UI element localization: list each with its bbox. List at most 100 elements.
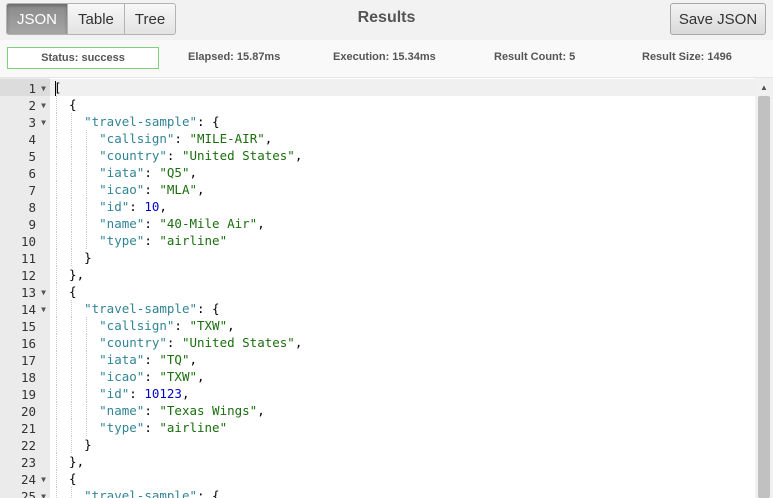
code-line: }: [54, 250, 92, 265]
line-number: 16: [20, 336, 36, 351]
code-line: "iata": "TQ",: [99, 352, 198, 367]
indent-guide: [86, 198, 88, 215]
fold-arrow-icon[interactable]: ▼: [41, 471, 46, 488]
line-number: 9: [28, 217, 36, 232]
indent-guide: [71, 419, 73, 436]
fold-arrow-icon[interactable]: ▼: [41, 284, 46, 301]
line-number: 11: [20, 251, 36, 266]
fold-arrow-icon[interactable]: ▼: [41, 301, 46, 318]
line-number: 3: [28, 115, 36, 130]
gutter-row: 6: [0, 164, 50, 181]
gutter-row: 9: [0, 215, 50, 232]
gutter-row: 4: [0, 130, 50, 147]
indent-guide: [86, 317, 88, 334]
line-number: 22: [20, 438, 36, 453]
indent-guide: [56, 249, 57, 266]
indent-guide: [71, 351, 73, 368]
code-line: {: [54, 284, 77, 299]
code-line: "icao": "TXW",: [99, 369, 205, 384]
indent-guide: [56, 147, 57, 164]
indent-guide: [71, 181, 73, 198]
gutter-row: 7: [0, 181, 50, 198]
code-line: }: [54, 437, 92, 452]
code-line: "country": "United States",: [99, 148, 303, 163]
line-number: 19: [20, 387, 36, 402]
line-number: 18: [20, 370, 36, 385]
indent-guide: [71, 402, 73, 419]
fold-arrow-icon[interactable]: ▼: [41, 114, 46, 131]
gutter-row: 20: [0, 402, 50, 419]
code-line: "travel-sample": {: [84, 301, 220, 316]
code-line: "type": "airline": [99, 420, 228, 435]
result-size-metric: Result Size: 1496: [642, 51, 732, 63]
gutter-row: 13 ▼: [0, 283, 50, 300]
gutter-row: 18: [0, 368, 50, 385]
gutter-row: 14 ▼: [0, 300, 50, 317]
indent-guide: [71, 385, 73, 402]
scroll-up-arrow-icon[interactable]: ▲: [758, 80, 770, 94]
code-line: "id": 10,: [99, 199, 167, 214]
indent-guide: [86, 232, 88, 249]
indent-guide: [71, 249, 73, 266]
indent-guide: [86, 402, 88, 419]
gutter-row: 8: [0, 198, 50, 215]
indent-guide: [56, 266, 57, 283]
scrollbar-thumb[interactable]: [758, 96, 770, 498]
indent-guide: [56, 317, 57, 334]
indent-guide: [56, 385, 57, 402]
code-line: "callsign": "MILE-AIR",: [99, 131, 273, 146]
code-line: {: [54, 471, 77, 486]
indent-guide: [86, 351, 88, 368]
line-number: 12: [20, 268, 36, 283]
gutter-row: 11: [0, 249, 50, 266]
fold-arrow-icon[interactable]: ▼: [41, 97, 46, 114]
indent-guide: [56, 232, 57, 249]
line-number-gutter: 1 ▼ 2 ▼ 3 ▼ 4 5 6 7 8 9 10 11 12 13 ▼ 14 ▼ 15 16 17 18 19 20 21 22…: [0, 78, 50, 498]
indent-guide: [56, 487, 57, 498]
execution-metric: Execution: 15.34ms: [333, 51, 436, 63]
indent-guide: [56, 181, 57, 198]
fold-arrow-icon[interactable]: ▼: [41, 80, 46, 97]
indent-guide: [71, 334, 73, 351]
gutter-row: 10: [0, 232, 50, 249]
line-number: 21: [20, 421, 36, 436]
indent-guide: [71, 198, 73, 215]
indent-guide: [71, 436, 73, 453]
indent-guide: [71, 487, 73, 498]
line-number: 1: [28, 81, 36, 96]
indent-guide: [56, 402, 57, 419]
gutter-row: 1 ▼: [0, 79, 50, 96]
indent-guide: [71, 147, 73, 164]
indent-guide: [56, 300, 57, 317]
code-line: "name": "40-Mile Air",: [99, 216, 265, 231]
indent-guide: [71, 164, 73, 181]
indent-guide: [71, 317, 73, 334]
indent-guide: [56, 283, 57, 300]
indent-guide: [56, 198, 57, 215]
indent-guide: [56, 334, 57, 351]
indent-guide: [56, 113, 57, 130]
status-badge: Status: success: [7, 47, 159, 69]
gutter-row: 22: [0, 436, 50, 453]
save-json-button[interactable]: Save JSON: [670, 3, 766, 35]
line-number: 10: [20, 234, 36, 249]
code-line: "travel-sample": {: [84, 114, 220, 129]
indent-guide: [56, 351, 57, 368]
indent-guide: [86, 147, 88, 164]
gutter-row: 23: [0, 453, 50, 470]
gutter-row: 5: [0, 147, 50, 164]
results-toolbar: JSON Table Tree Results Save JSON: [0, 0, 773, 40]
fold-arrow-icon[interactable]: ▼: [41, 488, 46, 498]
gutter-row: 3 ▼: [0, 113, 50, 130]
gutter-row: 19: [0, 385, 50, 402]
gutter-row: 12: [0, 266, 50, 283]
indent-guide: [56, 436, 57, 453]
line-number: 2: [28, 98, 36, 113]
code-area[interactable]: [ { "travel-sample": { "callsign": "MILE…: [50, 78, 755, 498]
results-title: Results: [357, 9, 416, 26]
json-editor[interactable]: 1 ▼ 2 ▼ 3 ▼ 4 5 6 7 8 9 10 11 12 13 ▼ 14 ▼ 15 16 17 18 19 20 21 22…: [0, 78, 773, 498]
code-line: },: [54, 267, 85, 282]
indent-guide: [86, 130, 88, 147]
gutter-row: 2 ▼: [0, 96, 50, 113]
indent-guide: [56, 130, 57, 147]
